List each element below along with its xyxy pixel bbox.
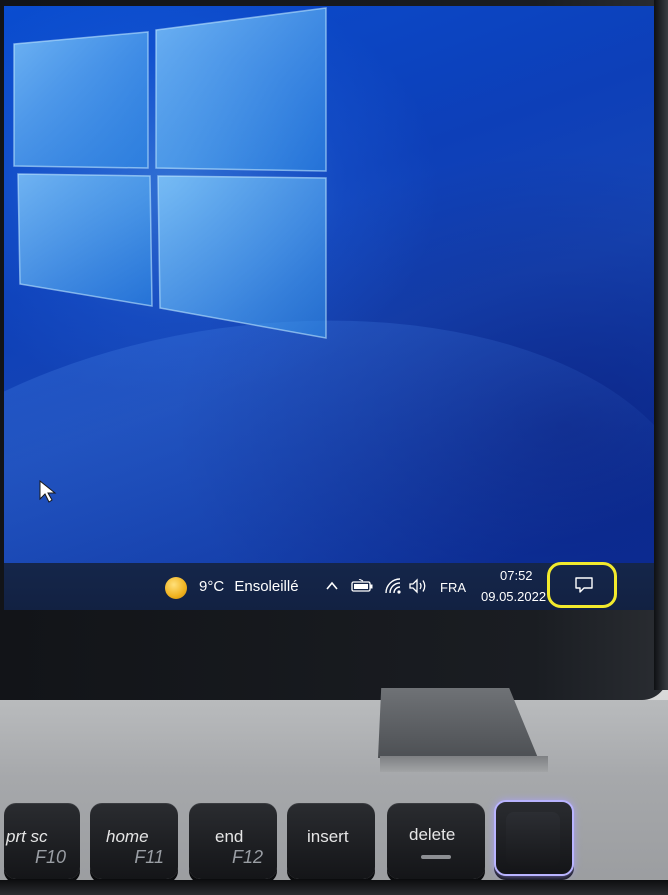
lid-edge (654, 0, 668, 690)
mouse-cursor-icon (39, 479, 57, 503)
clock-date[interactable]: 09.05.2022 (481, 589, 546, 604)
wifi-icon[interactable] (384, 577, 402, 595)
power-key-surface (506, 812, 560, 866)
sun-icon[interactable] (165, 577, 187, 599)
key-fn-label: F12 (231, 847, 263, 867)
key-end[interactable]: end F12 (189, 803, 277, 879)
key-label: delete (409, 825, 456, 844)
battery-icon[interactable] (351, 579, 373, 593)
language-indicator[interactable]: FRA (440, 580, 466, 595)
weather-condition: Ensoleillé (234, 578, 299, 595)
weather-temperature: 9°C (199, 578, 225, 595)
key-prtsc[interactable]: prt sc F10 (4, 803, 80, 879)
hinge-shadow (380, 756, 548, 772)
key-insert[interactable]: insert (287, 803, 375, 879)
power-key[interactable] (494, 800, 574, 876)
key-delete[interactable]: delete (387, 803, 485, 879)
notification-center-icon[interactable] (574, 576, 594, 594)
clock-time[interactable]: 07:52 (500, 568, 533, 583)
key-fn-label: F10 (34, 847, 66, 867)
key-label: insert (307, 827, 349, 846)
speaker-icon[interactable] (408, 577, 428, 595)
weather-widget[interactable]: 9°C Ensoleillé (199, 578, 299, 595)
windows-logo (13, 7, 327, 339)
key-label: end (215, 827, 244, 846)
laptop-bezel: 9°C Ensoleillé FRA 07:52 09.05.2022 (0, 0, 668, 700)
chevron-up-icon[interactable] (324, 578, 340, 594)
key-fn-label: F11 (134, 847, 164, 867)
key-label: home (106, 827, 149, 846)
key-label: prt sc (6, 827, 48, 846)
key-home[interactable]: home F11 (90, 803, 178, 879)
desktop-screen: 9°C Ensoleillé FRA 07:52 09.05.2022 (4, 6, 654, 610)
keyboard-lower-row (0, 880, 668, 895)
delete-indicator (421, 855, 451, 859)
